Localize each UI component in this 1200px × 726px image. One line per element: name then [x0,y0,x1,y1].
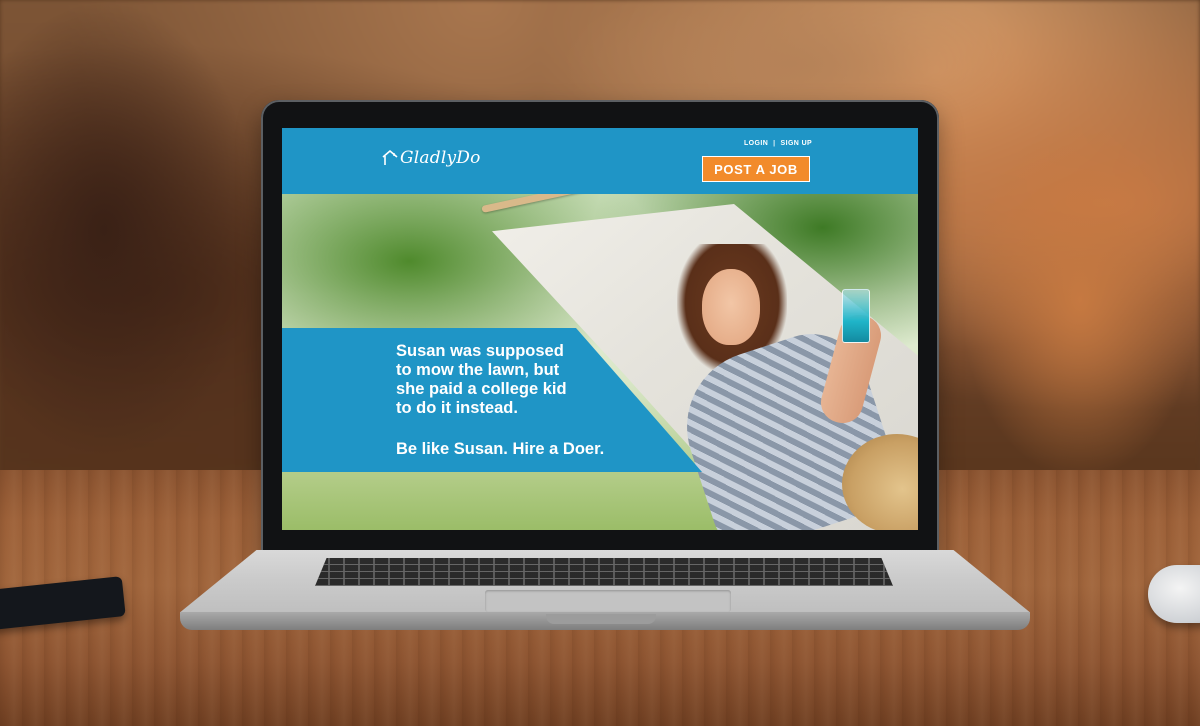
login-link[interactable]: LOGIN [744,140,768,147]
bg-shadow-left [0,0,260,460]
keyboard-rows [315,558,893,586]
tagline-line: to mow the lawn, but [396,361,560,379]
hero-cta-text: Be like Susan. Hire a Doer. [396,440,605,458]
tagline-line: Susan was supposed [396,342,564,360]
logo-text: GladlyDo [400,148,481,168]
laptop-screen: GladlyDo LOGIN | SIGN UP POST A JOB Susa… [282,128,918,530]
auth-links: LOGIN | SIGN UP [744,140,812,147]
signup-link[interactable]: SIGN UP [781,140,813,147]
bg-light-right [960,120,1200,480]
laptop-trackpad [485,590,731,612]
computer-mouse [1148,565,1200,623]
hero-tagline: Susan was supposed to mow the lawn, but … [396,342,696,418]
site-logo[interactable]: GladlyDo [382,148,481,168]
house-icon [382,150,398,165]
hero-section: Susan was supposed to mow the lawn, but … [282,194,918,530]
tagline-line: to do it instead. [396,399,518,417]
woman-face [702,269,760,345]
laptop-lid-notch [546,614,656,624]
auth-separator: | [773,140,776,147]
post-a-job-button[interactable]: POST A JOB [702,156,810,182]
drink-glass [842,289,870,343]
site-header: GladlyDo LOGIN | SIGN UP POST A JOB [282,128,918,194]
tagline-line: she paid a college kid [396,380,567,398]
